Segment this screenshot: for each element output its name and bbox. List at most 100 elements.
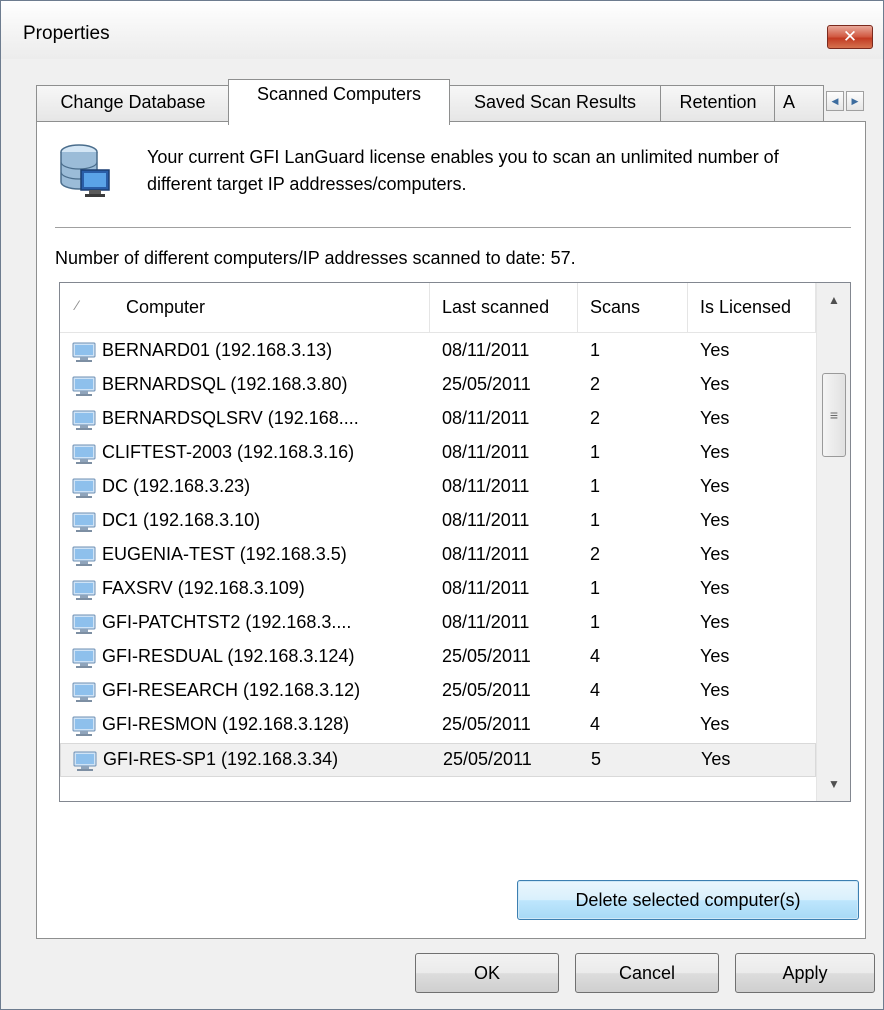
cell-last-scanned: 25/05/2011 [443, 749, 532, 769]
cell-computer: GFI-PATCHTST2 (192.168.3.... [102, 612, 352, 632]
table-row[interactable]: FAXSRV (192.168.3.109) 08/11/2011 1 Yes [60, 573, 816, 607]
vertical-scrollbar[interactable]: ▲ ≡ ▼ [816, 283, 850, 801]
delete-selected-button[interactable]: Delete selected computer(s) [517, 880, 859, 920]
cell-computer: BERNARDSQLSRV (192.168.... [102, 408, 359, 428]
cell-scans: 1 [590, 442, 601, 462]
table-row[interactable]: GFI-RES-SP1 (192.168.3.34) 25/05/2011 5 Yes [60, 743, 816, 777]
computer-icon [72, 444, 96, 464]
table-row[interactable]: BERNARD01 (192.168.3.13) 08/11/2011 1 Yes [60, 335, 816, 369]
cell-last-scanned: 25/05/2011 [442, 374, 531, 394]
arrow-left-icon: ◀ [831, 95, 839, 106]
table-row[interactable]: DC (192.168.3.23) 08/11/2011 1 Yes [60, 471, 816, 505]
tab-truncated[interactable]: A [774, 85, 824, 123]
cell-is-licensed: Yes [701, 749, 731, 769]
cell-computer: DC (192.168.3.23) [102, 476, 251, 496]
scroll-up-button[interactable]: ▲ [817, 283, 850, 317]
database-computer-icon [60, 144, 110, 197]
column-header-computer[interactable]: ⁄ Computer [60, 283, 430, 333]
table-row[interactable]: EUGENIA-TEST (192.168.3.5) 08/11/2011 2 Yes [60, 539, 816, 573]
column-header-scans[interactable]: Scans [578, 283, 688, 333]
cell-scans: 4 [590, 714, 601, 734]
cell-computer: EUGENIA-TEST (192.168.3.5) [102, 544, 347, 564]
scanned-computers-list[interactable]: ⁄ Computer Last scanned Scans Is License… [59, 282, 851, 802]
tab-scroll-left-button[interactable]: ◀ [826, 91, 844, 111]
title-bar: Properties ✕ [1, 1, 883, 59]
arrow-right-icon: ▶ [851, 95, 859, 106]
arrow-up-icon: ▲ [828, 293, 840, 307]
computer-icon [72, 478, 96, 498]
cell-is-licensed: Yes [700, 578, 730, 598]
close-icon: ✕ [842, 26, 858, 47]
cell-computer: BERNARD01 (192.168.3.13) [102, 340, 333, 360]
cell-scans: 5 [591, 749, 602, 769]
cell-scans: 2 [590, 374, 601, 394]
cell-computer: GFI-RESEARCH (192.168.3.12) [102, 680, 361, 700]
cell-last-scanned: 08/11/2011 [442, 544, 530, 564]
cell-computer: GFI-RESMON (192.168.3.128) [102, 714, 350, 734]
table-row[interactable]: GFI-RESMON (192.168.3.128) 25/05/2011 4 Yes [60, 709, 816, 743]
computer-icon [72, 716, 96, 736]
cell-is-licensed: Yes [700, 442, 730, 462]
close-button[interactable]: ✕ [827, 25, 873, 49]
divider [55, 227, 851, 229]
cell-last-scanned: 08/11/2011 [442, 408, 530, 428]
table-row[interactable]: GFI-PATCHTST2 (192.168.3.... 08/11/2011 1 Y… [60, 607, 816, 641]
tab-saved-scan-results[interactable]: Saved Scan Results [448, 85, 662, 123]
cell-scans: 1 [590, 612, 601, 632]
scanned-count-text: Number of different computers/IP address… [55, 248, 576, 268]
cell-scans: 4 [590, 680, 601, 700]
table-row[interactable]: DC1 (192.168.3.10) 08/11/2011 1 Yes [60, 505, 816, 539]
cell-last-scanned: 08/11/2011 [442, 612, 530, 632]
table-row[interactable]: BERNARDSQL (192.168.3.80) 25/05/2011 2 Yes [60, 369, 816, 403]
tab-scroll-right-button[interactable]: ▶ [846, 91, 864, 111]
window-title: Properties [23, 23, 110, 44]
table-row[interactable]: GFI-RESEARCH (192.168.3.12) 25/05/2011 4 Ye… [60, 675, 816, 709]
table-row[interactable]: BERNARDSQLSRV (192.168.... 08/11/2011 2 Yes [60, 403, 816, 437]
tab-panel-scanned-computers: Your current GFI LanGuard license enable… [36, 121, 866, 939]
cell-last-scanned: 08/11/2011 [442, 442, 530, 462]
cell-is-licensed: Yes [700, 544, 730, 564]
computer-icon [73, 751, 97, 771]
computer-icon [72, 512, 96, 532]
cell-scans: 1 [590, 340, 601, 360]
cell-is-licensed: Yes [700, 476, 730, 496]
cell-scans: 1 [590, 510, 601, 530]
column-header-is-licensed[interactable]: Is Licensed [688, 283, 816, 333]
cell-scans: 1 [590, 476, 601, 496]
cell-scans: 4 [590, 646, 601, 666]
cell-scans: 2 [590, 408, 601, 428]
cell-last-scanned: 08/11/2011 [442, 340, 530, 360]
arrow-down-icon: ▼ [828, 777, 840, 791]
cell-is-licensed: Yes [700, 408, 730, 428]
cell-is-licensed: Yes [700, 340, 730, 360]
cell-computer: GFI-RESDUAL (192.168.3.124) [102, 646, 355, 666]
cell-last-scanned: 25/05/2011 [442, 646, 531, 666]
tab-change-database[interactable]: Change Database [36, 85, 230, 123]
sort-indicator-icon: ⁄ [76, 297, 79, 313]
table-row[interactable]: GFI-RESDUAL (192.168.3.124) 25/05/2011 4 Ye… [60, 641, 816, 675]
cell-is-licensed: Yes [700, 510, 730, 530]
tab-retention[interactable]: Retention [660, 85, 776, 123]
ok-button[interactable]: OK [415, 953, 559, 993]
license-info-text: Your current GFI LanGuard license enable… [147, 147, 779, 194]
table-row[interactable]: CLIFTEST-2003 (192.168.3.16) 08/11/2011 1 Y… [60, 437, 816, 471]
cell-scans: 1 [590, 578, 601, 598]
column-header-last-scanned[interactable]: Last scanned [430, 283, 578, 333]
cell-last-scanned: 25/05/2011 [442, 714, 531, 734]
cell-computer: DC1 (192.168.3.10) [102, 510, 261, 530]
cell-last-scanned: 08/11/2011 [442, 578, 530, 598]
cell-computer: CLIFTEST-2003 (192.168.3.16) [102, 442, 355, 462]
cell-last-scanned: 25/05/2011 [442, 680, 531, 700]
computer-icon [72, 376, 96, 396]
apply-button[interactable]: Apply [735, 953, 875, 993]
computer-icon [72, 342, 96, 362]
cancel-button[interactable]: Cancel [575, 953, 719, 993]
cell-scans: 2 [590, 544, 601, 564]
computer-icon [72, 614, 96, 634]
computer-icon [72, 580, 96, 600]
scrollbar-thumb[interactable]: ≡ [822, 373, 846, 457]
computer-icon [72, 410, 96, 430]
scroll-down-button[interactable]: ▼ [817, 767, 850, 801]
tab-scanned-computers[interactable]: Scanned Computers [228, 79, 450, 125]
list-body: BERNARD01 (192.168.3.13) 08/11/2011 1 Yes BE… [60, 335, 816, 801]
